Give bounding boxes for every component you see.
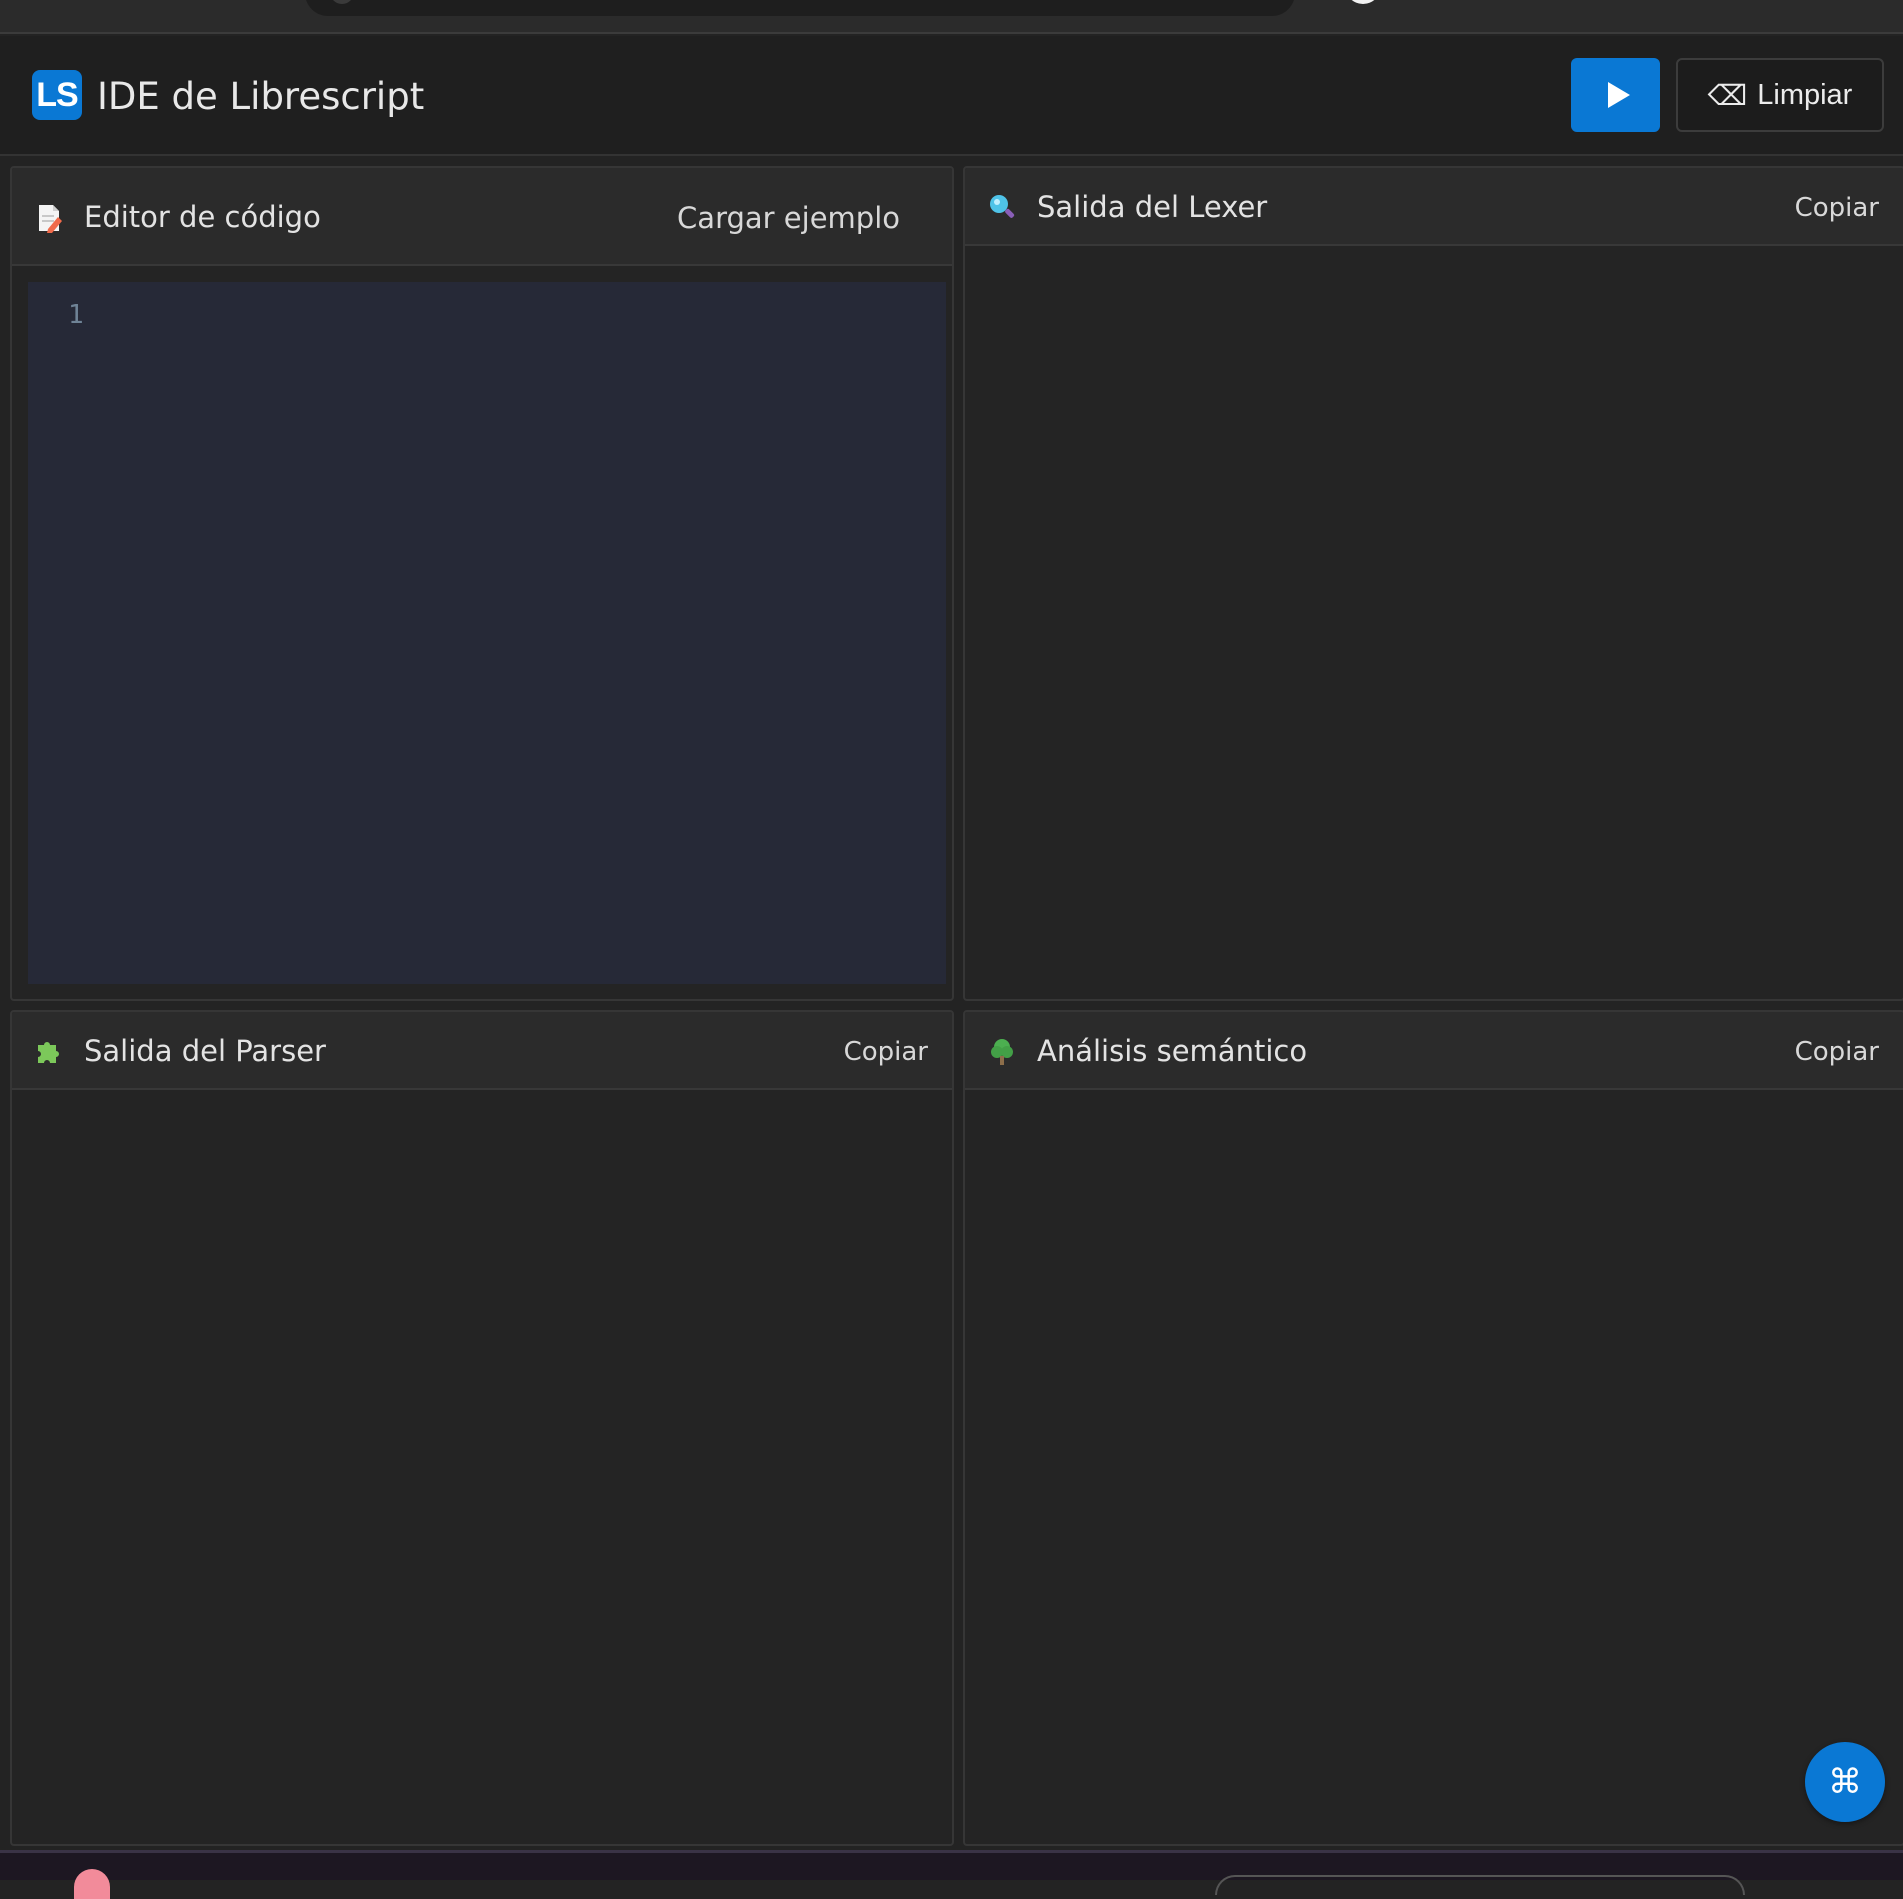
lexer-panel-header: Salida del Lexer Copiar — [965, 168, 1903, 246]
parser-panel-header: Salida del Parser Copiar — [12, 1012, 952, 1090]
copy-semantic-button[interactable]: Copiar — [1789, 1036, 1885, 1068]
parser-output — [12, 1092, 952, 1844]
clear-button-label: Limpiar — [1757, 78, 1853, 111]
copy-parser-button[interactable]: Copiar — [838, 1036, 934, 1068]
editor-panel-title: Editor de código — [84, 200, 321, 234]
memo-icon — [39, 205, 62, 233]
editor-panel: Editor de código Cargar ejemplo 1 — [10, 166, 954, 1001]
line-number: 1 — [68, 300, 84, 330]
lexer-output — [965, 248, 1903, 999]
browser-chrome-strip — [0, 0, 1903, 34]
editor-panel-header: Editor de código Cargar ejemplo — [12, 168, 952, 266]
semantic-panel-header: Análisis semántico Copiar — [965, 1012, 1903, 1090]
run-button[interactable] — [1571, 58, 1660, 132]
taskbar-item[interactable] — [1215, 1875, 1745, 1895]
parser-panel-title: Salida del Parser — [84, 1034, 326, 1068]
address-bar[interactable] — [305, 0, 1295, 16]
copy-lexer-button[interactable]: Copiar — [1789, 192, 1885, 224]
app-title: IDE de Librescript — [97, 75, 425, 118]
taskbar-app-icon[interactable] — [74, 1869, 110, 1899]
parser-panel: Salida del Parser Copiar — [10, 1010, 954, 1846]
clear-button[interactable]: ⌫ Limpiar — [1676, 58, 1884, 132]
taskbar-strip — [0, 1850, 1903, 1899]
command-icon: ⌘ — [1828, 1763, 1862, 1801]
puzzle-icon — [38, 1042, 59, 1063]
lexer-panel: Salida del Lexer Copiar — [963, 166, 1903, 1001]
app-header: LS IDE de Librescript ⌫ Limpiar — [0, 36, 1903, 156]
magnifier-icon — [990, 195, 1015, 218]
play-icon — [1607, 82, 1630, 108]
backspace-icon: ⌫ — [1707, 79, 1748, 111]
code-editor[interactable]: 1 — [28, 282, 946, 984]
logo-icon: LS — [32, 70, 82, 120]
tree-icon — [991, 1039, 1013, 1065]
semantic-panel: Análisis semántico Copiar — [963, 1010, 1903, 1846]
load-example-button[interactable]: Cargar ejemplo — [671, 200, 906, 236]
profile-icon[interactable] — [1345, 0, 1381, 4]
command-palette-button[interactable]: ⌘ — [1805, 1742, 1885, 1822]
semantic-output — [965, 1092, 1903, 1844]
semantic-panel-title: Análisis semántico — [1037, 1034, 1308, 1068]
lexer-panel-title: Salida del Lexer — [1037, 190, 1268, 224]
